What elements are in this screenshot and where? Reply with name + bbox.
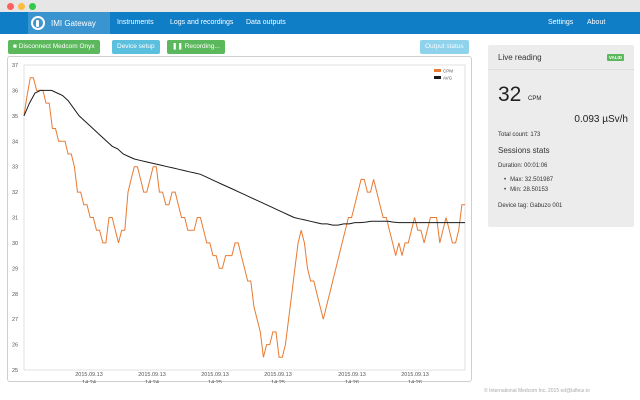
x-tick-label: 14:26: [345, 380, 359, 383]
y-tick-label: 28: [12, 292, 18, 298]
y-tick-label: 34: [12, 139, 18, 145]
x-tick-label: 14:25: [208, 380, 222, 383]
brand-link[interactable]: IMI Gateway: [28, 12, 110, 34]
x-tick-label: 14:24: [82, 380, 96, 383]
session-max: Max: 32.501987: [504, 177, 553, 183]
device-setup-button[interactable]: Device setup: [112, 40, 160, 54]
recording-label: Recording...: [184, 43, 220, 50]
nav-data-outputs[interactable]: Data outputs: [246, 12, 286, 34]
cpm-value: 32: [498, 83, 522, 106]
dose-rate-value: 0.093 µSv/h: [574, 114, 628, 125]
x-tick-label: 2015.09.13: [138, 372, 166, 378]
y-tick-label: 36: [12, 88, 18, 94]
sessions-stats-title: Sessions stats: [498, 146, 550, 155]
nav-logs-and-recordings[interactable]: Logs and recordings: [170, 12, 233, 34]
brand-label: IMI Gateway: [51, 18, 96, 28]
panel-divider: [488, 69, 634, 70]
y-tick-label: 29: [12, 266, 18, 272]
legend-swatch-avg: [434, 76, 441, 79]
session-duration: Duration: 00:01:06: [498, 163, 548, 169]
output-status-button[interactable]: Output status: [420, 40, 469, 54]
live-reading-panel: Live reading VALID 32 CPM 0.093 µSv/h To…: [488, 45, 634, 227]
legend-label-avg: AVG: [443, 76, 453, 81]
y-tick-label: 30: [12, 241, 18, 247]
output-status-label: Output status: [425, 43, 464, 50]
x-tick-label: 14:24: [145, 380, 159, 383]
avg-series-line: [23, 89, 465, 226]
imi-logo-icon: [31, 16, 45, 30]
cpm-unit: CPM: [528, 96, 542, 102]
chart-svg: 25 26 27 28 29 30 31 32 33 34 35 36 37 2015.09.13 14:…: [12, 63, 466, 383]
x-tick-label: 14:25: [271, 380, 285, 383]
valid-badge: VALID: [606, 54, 624, 61]
x-tick-label: 2015.09.13: [75, 372, 103, 378]
legend-label-cpm: CPM: [443, 69, 453, 74]
cpm-series-line: [23, 77, 465, 358]
legend-swatch-cpm: [434, 69, 441, 72]
disconnect-label: Disconnect Medcom Onyx: [18, 43, 95, 50]
y-tick-label: 35: [12, 114, 18, 120]
zoom-window-button[interactable]: [29, 3, 36, 10]
y-tick-label: 32: [12, 190, 18, 196]
y-tick-label: 31: [12, 216, 18, 222]
y-tick-label: 27: [12, 317, 18, 323]
x-tick-label: 2015.09.13: [338, 372, 366, 378]
close-window-button[interactable]: [7, 3, 14, 10]
footer-copyright: © International Medcom Inc. 2015 ed@lafl…: [484, 388, 590, 394]
x-tick-label: 14:26: [408, 380, 422, 383]
nav-instruments[interactable]: Instruments: [117, 12, 154, 34]
y-tick-label: 26: [12, 343, 18, 349]
live-reading-title: Live reading: [498, 53, 542, 62]
minimize-window-button[interactable]: [18, 3, 25, 10]
x-tick-label: 2015.09.13: [201, 372, 229, 378]
nav-about[interactable]: About: [587, 12, 605, 34]
chart-legend: CPM AVG: [434, 69, 453, 81]
total-count: Total count: 173: [498, 132, 541, 138]
x-tick-label: 2015.09.13: [264, 372, 292, 378]
nav-settings[interactable]: Settings: [548, 12, 573, 34]
device-setup-label: Device setup: [117, 43, 155, 50]
y-tick-label: 25: [12, 368, 18, 374]
session-min: Min: 28.50153: [504, 187, 548, 193]
x-tick-label: 2015.09.13: [401, 372, 429, 378]
y-tick-label: 33: [12, 165, 18, 171]
y-tick-label: 37: [12, 63, 18, 69]
pause-icon: ❚❚: [172, 43, 183, 50]
stop-icon: ■: [13, 43, 17, 50]
recording-button[interactable]: ❚❚ Recording...: [167, 40, 225, 54]
live-chart: 25 26 27 28 29 30 31 32 33 34 35 36 37 2015.09.13 14:…: [7, 56, 472, 383]
window-titlebar: [0, 0, 640, 12]
disconnect-button[interactable]: ■ Disconnect Medcom Onyx: [8, 40, 100, 54]
device-tag: Device tag: Gabuzo 001: [498, 203, 563, 209]
